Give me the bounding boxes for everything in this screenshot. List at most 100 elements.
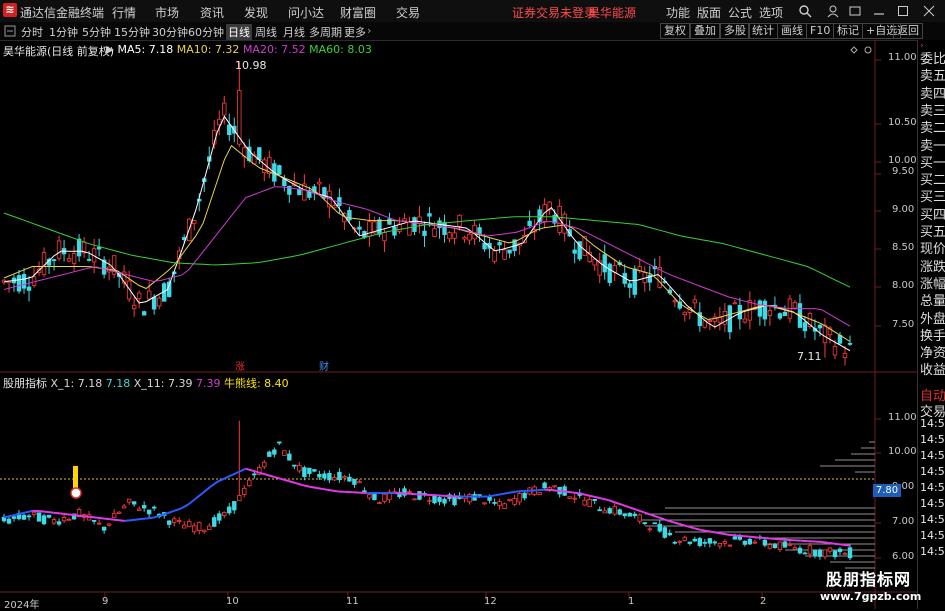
axis-label: 8.00 [892, 280, 914, 291]
zhang-marker[interactable]: 涨 [235, 358, 245, 373]
x11-segment [502, 493, 509, 494]
f10-button[interactable]: F10 [806, 23, 834, 39]
x11-segment [701, 530, 708, 531]
candle-body [453, 233, 457, 238]
menu-jiaoyi[interactable]: 交易 [396, 4, 420, 21]
more-chevron-icon[interactable]: › [367, 24, 371, 37]
sub-candle-body [237, 495, 241, 500]
period-5min[interactable]: 5分钟 [82, 24, 111, 40]
sub-candle-body [703, 542, 707, 543]
sub-candle-body [643, 523, 647, 524]
menu-faxian[interactable]: 发现 [244, 4, 268, 21]
back-button[interactable]: 返回 [893, 23, 923, 39]
candle-body [192, 221, 196, 224]
skin-icon[interactable] [848, 4, 862, 18]
sub-candle-body [192, 526, 196, 532]
x11-segment [303, 485, 310, 487]
candle-body [77, 239, 81, 256]
app-logo-icon: ≋ [3, 3, 17, 17]
x11-segment [281, 479, 288, 481]
chart-settings-icons[interactable] [848, 44, 878, 56]
user-icon[interactable] [826, 4, 840, 18]
sub-candle-body [97, 523, 101, 524]
sub-candle-body [12, 517, 16, 519]
menu-toggle-icon[interactable] [4, 25, 16, 37]
tick-time: 14:56 [920, 513, 945, 526]
x11-segment [509, 492, 516, 493]
candle-body [142, 312, 146, 316]
volume-profile [640, 442, 875, 586]
menu-zixun[interactable]: 资讯 [200, 4, 224, 21]
huaxian-button[interactable]: 画线 [777, 23, 807, 39]
axis-label: 7.00 [892, 516, 914, 527]
login-notice[interactable]: 证券交易未登录 [512, 4, 596, 21]
period-monthly[interactable]: 月线 [283, 24, 305, 40]
x-label: 11 [346, 596, 359, 607]
sub-candle-body [27, 516, 31, 517]
period-more[interactable]: 更多 [344, 24, 366, 40]
menu-shichang[interactable]: 市场 [155, 4, 179, 21]
chart-frame [0, 40, 917, 609]
period-daily[interactable]: 日线 [226, 24, 252, 40]
sub-candle-body [598, 510, 602, 511]
sub-candle-body [798, 548, 802, 553]
sub-candle-body [32, 512, 36, 514]
period-60min[interactable]: 60分钟 [188, 24, 224, 40]
menu-banmian[interactable]: 版面 [697, 4, 721, 21]
candle-body [763, 301, 767, 319]
sub-candle-body [67, 519, 71, 520]
period-fenshi[interactable]: 分时 [21, 24, 43, 40]
sub-candle-body [247, 480, 251, 486]
x11-segment [75, 515, 82, 516]
sub-candle-body [137, 509, 141, 510]
menu-caifuquan[interactable]: 财富圈 [340, 4, 376, 21]
candle-body [298, 190, 302, 195]
biaoji-button[interactable]: 标记 [833, 23, 863, 39]
x11-segment [61, 514, 68, 515]
fuquan-button[interactable]: 复权 [660, 23, 690, 39]
cai-marker[interactable]: 财 [319, 358, 329, 373]
sub-candle-body [523, 493, 527, 498]
sub-candle-body [263, 462, 267, 467]
candle-body [478, 228, 482, 234]
menu-hangqing[interactable]: 行情 [112, 4, 136, 21]
sub-candle-body [678, 541, 682, 542]
x11-segment [231, 472, 238, 475]
search-icon[interactable] [798, 4, 812, 18]
maximize-icon[interactable] [896, 4, 910, 18]
menu-xuanxiang[interactable]: 选项 [759, 4, 783, 21]
x11-segment [47, 512, 54, 513]
candle-body [67, 259, 71, 261]
quote-row-label: 卖二 [920, 117, 945, 136]
close-icon[interactable] [922, 4, 936, 18]
x-label: 10 [226, 596, 239, 607]
period-30min[interactable]: 30分钟 [152, 24, 188, 40]
period-15min[interactable]: 15分钟 [114, 24, 150, 40]
period-multi[interactable]: 多周期 [309, 24, 342, 40]
sub-candle-body [268, 452, 272, 456]
sub-candle-body [202, 530, 206, 532]
period-1min[interactable]: 1分钟 [49, 24, 78, 40]
sub-candle-body [613, 506, 617, 514]
candle-body [87, 259, 91, 260]
kline-chart[interactable] [0, 40, 917, 609]
menu-wenxiaoda[interactable]: 问小达 [288, 4, 324, 21]
menu-gongneng[interactable]: 功能 [666, 4, 690, 21]
x11-segment [637, 510, 644, 512]
x11-segment [694, 528, 701, 530]
minimize-icon[interactable] [872, 4, 886, 18]
menu-gongshi[interactable]: 公式 [728, 4, 752, 21]
period-weekly[interactable]: 周线 [255, 24, 277, 40]
sub-candle-body [698, 538, 702, 545]
duogu-button[interactable]: 多股 [720, 23, 750, 39]
sub-candle-body [513, 499, 517, 505]
quote-row-label: 外盘 [920, 308, 945, 327]
tongji-button[interactable]: 统计 [748, 23, 778, 39]
diejia-button[interactable]: 叠加 [690, 23, 720, 39]
candle-body [733, 303, 737, 304]
candle-body [428, 214, 432, 217]
tick-time: 14:56 [920, 465, 945, 478]
x11-segment [658, 517, 665, 519]
bull-bear-label: 牛熊线: 8.40 [224, 377, 289, 390]
x11-segment [743, 536, 750, 537]
